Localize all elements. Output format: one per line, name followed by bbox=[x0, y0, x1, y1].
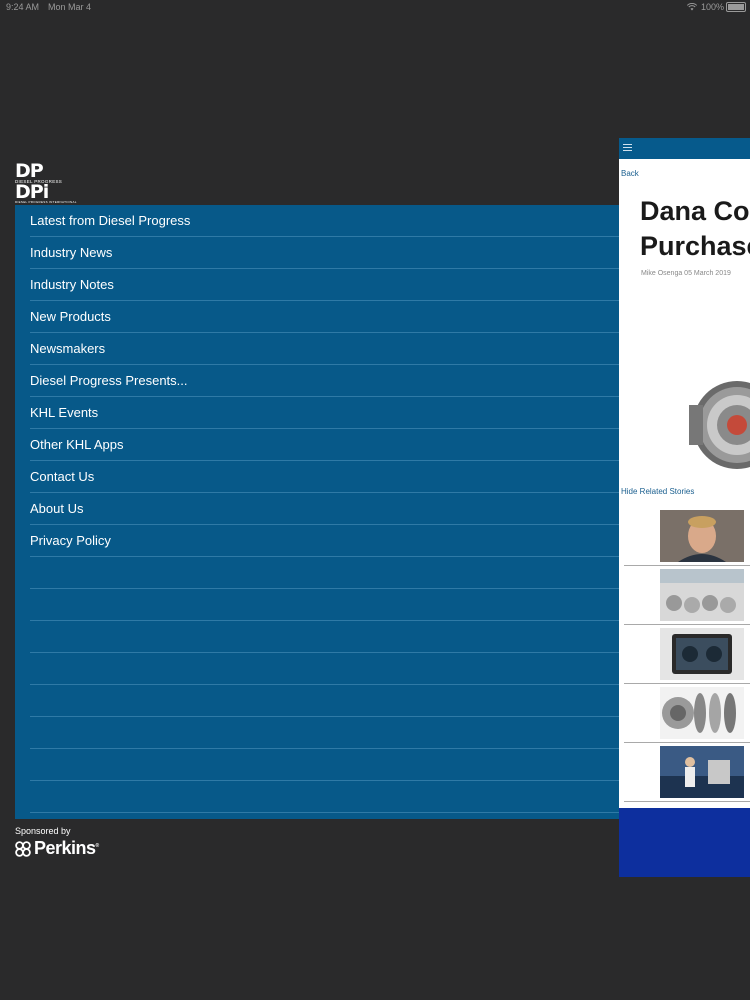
perkins-logo[interactable]: Perkins® bbox=[15, 838, 99, 859]
article-footer-banner[interactable] bbox=[619, 808, 750, 877]
menu-item-diesel-progress-presents[interactable]: Diesel Progress Presents... bbox=[30, 365, 619, 397]
menu-empty-row bbox=[30, 781, 619, 813]
back-link[interactable]: Back bbox=[621, 169, 639, 178]
status-date: Mon Mar 4 bbox=[48, 2, 92, 12]
menu-item-about-us[interactable]: About Us bbox=[30, 493, 619, 525]
article-title-line-2: Purchase bbox=[640, 231, 750, 261]
article-title-line-1: Dana Cor bbox=[640, 196, 750, 226]
related-story-thumbnail bbox=[660, 687, 744, 739]
menu-item-new-products[interactable]: New Products bbox=[30, 301, 619, 333]
registered-mark: ® bbox=[95, 843, 100, 849]
article-title: Dana Cor Purchase bbox=[640, 194, 750, 264]
diesel-progress-logo[interactable]: DP DIESEL PROGRESS DPi DIESEL PROGRESS I… bbox=[15, 160, 77, 205]
menu-item-contact-us[interactable]: Contact Us bbox=[30, 461, 619, 493]
article-panel[interactable]: Back Dana Cor Purchase Mike Osenga 05 Ma… bbox=[619, 138, 750, 877]
menu-empty-row bbox=[30, 589, 619, 621]
related-story-item[interactable] bbox=[624, 566, 750, 625]
hamburger-menu-icon[interactable] bbox=[623, 144, 632, 151]
status-right: 100% bbox=[686, 2, 724, 12]
menu-item-khl-events[interactable]: KHL Events bbox=[30, 397, 619, 429]
menu-empty-row bbox=[30, 717, 619, 749]
related-story-item[interactable] bbox=[624, 743, 750, 802]
menu-item-industry-news[interactable]: Industry News bbox=[30, 237, 619, 269]
related-story-item[interactable] bbox=[624, 507, 750, 566]
logo-dp: DP bbox=[15, 160, 44, 182]
hide-related-stories-link[interactable]: Hide Related Stories bbox=[621, 487, 694, 496]
wifi-icon bbox=[686, 3, 697, 11]
menu-empty-row bbox=[30, 749, 619, 781]
side-menu: Latest from Diesel Progress Industry News… bbox=[15, 205, 619, 819]
related-story-thumbnail bbox=[660, 628, 744, 680]
related-story-thumbnail bbox=[660, 746, 744, 798]
menu-empty-row bbox=[30, 685, 619, 717]
perkins-logo-icon bbox=[15, 840, 31, 857]
sponsor-label: Sponsored by bbox=[15, 826, 71, 836]
logo-dpi-full: DIESEL PROGRESS INTERNATIONAL bbox=[15, 200, 77, 204]
related-story-item[interactable] bbox=[624, 625, 750, 684]
article-header-bar bbox=[619, 138, 750, 159]
logo-dpi: DPi bbox=[15, 181, 49, 203]
menu-empty-row bbox=[30, 653, 619, 685]
related-story-item[interactable] bbox=[624, 684, 750, 743]
menu-item-latest-from-diesel-progress[interactable]: Latest from Diesel Progress bbox=[30, 205, 619, 237]
menu-item-newsmakers[interactable]: Newsmakers bbox=[30, 333, 619, 365]
battery-percent: 100% bbox=[700, 2, 724, 12]
menu-empty-row bbox=[30, 621, 619, 653]
perkins-brand: Perkins bbox=[34, 838, 96, 858]
article-byline: Mike Osenga 05 March 2019 bbox=[641, 270, 731, 277]
status-bar: 9:24 AM Mon Mar 4 100% bbox=[0, 0, 750, 14]
menu-empty-row bbox=[30, 557, 619, 589]
related-story-thumbnail bbox=[660, 510, 744, 562]
status-time: 9:24 AM bbox=[6, 2, 40, 12]
related-story-thumbnail bbox=[660, 569, 744, 621]
menu-item-other-khl-apps[interactable]: Other KHL Apps bbox=[30, 429, 619, 461]
article-hero-image bbox=[679, 370, 750, 476]
menu-item-privacy-policy[interactable]: Privacy Policy bbox=[30, 525, 619, 557]
menu-item-industry-notes[interactable]: Industry Notes bbox=[30, 269, 619, 301]
battery-icon bbox=[726, 2, 746, 12]
